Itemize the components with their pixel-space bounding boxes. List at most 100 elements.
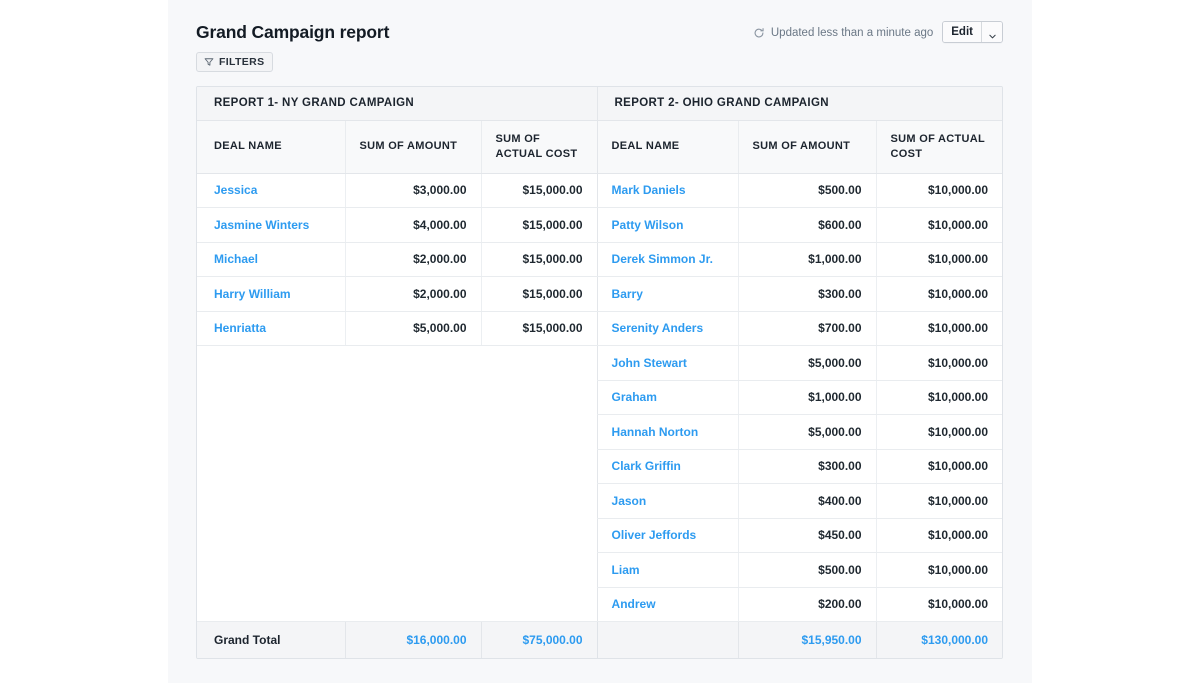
col-header-sum-amount-2[interactable]: SUM OF AMOUNT xyxy=(737,120,877,174)
sum-of-amount-cell: $5,000.00 xyxy=(737,414,877,450)
deal-name-cell[interactable]: Barry xyxy=(596,276,739,312)
sum-of-amount-cell: $4,000.00 xyxy=(344,207,481,243)
deal-name-cell[interactable]: Jason xyxy=(596,483,739,519)
grand-total-row: Grand Total $16,000.00 $75,000.00 $15,95… xyxy=(197,621,1002,658)
deal-name-cell[interactable]: Patty Wilson xyxy=(596,207,739,243)
deal-name-cell[interactable]: Michael xyxy=(197,242,345,277)
deal-name-link[interactable]: Oliver Jeffords xyxy=(612,528,697,542)
report-table: REPORT 1- NY GRAND CAMPAIGN REPORT 2- OH… xyxy=(197,87,1002,658)
sum-of-actual-cost-cell: $10,000.00 xyxy=(875,518,1002,553)
deal-name-cell[interactable]: Harry William xyxy=(197,276,345,312)
deal-name-cell[interactable]: Graham xyxy=(596,380,739,415)
report-1-title: REPORT 1- NY GRAND CAMPAIGN xyxy=(197,87,598,121)
deal-name-cell[interactable]: John Stewart xyxy=(596,345,739,381)
sum-of-amount-cell: $700.00 xyxy=(737,311,877,346)
col-header-deal-name-1[interactable]: DEAL NAME xyxy=(197,120,345,174)
grand-total-name-2 xyxy=(596,621,739,658)
sum-of-actual-cost-cell: $15,000.00 xyxy=(480,242,598,277)
sum-of-amount-cell: $5,000.00 xyxy=(344,311,481,346)
col-header-deal-name-2[interactable]: DEAL NAME xyxy=(596,120,739,174)
sum-of-actual-cost-cell: $15,000.00 xyxy=(480,173,598,208)
deal-name-cell[interactable]: Andrew xyxy=(596,587,739,622)
deal-name-link[interactable]: Barry xyxy=(612,287,643,301)
grand-total-actual-cost-2: $130,000.00 xyxy=(875,621,1002,658)
header-actions: Updated less than a minute ago Edit xyxy=(753,21,1003,43)
chevron-down-icon xyxy=(988,28,997,38)
grand-total-label: Grand Total xyxy=(197,621,345,658)
deal-name-link[interactable]: John Stewart xyxy=(612,356,687,370)
empty-region xyxy=(197,345,598,622)
sum-of-actual-cost-cell: $10,000.00 xyxy=(875,345,1002,381)
deal-name-link[interactable]: Serenity Anders xyxy=(612,321,704,335)
deal-name-link[interactable]: Clark Griffin xyxy=(612,459,681,473)
funnel-icon xyxy=(204,57,214,67)
deal-name-link[interactable]: Henriatta xyxy=(214,321,266,335)
sum-of-amount-cell: $5,000.00 xyxy=(737,345,877,381)
deal-name-cell[interactable]: Jessica xyxy=(197,173,345,208)
deal-name-cell[interactable]: Serenity Anders xyxy=(596,311,739,346)
deal-name-link[interactable]: Hannah Norton xyxy=(612,425,699,439)
sum-of-actual-cost-cell: $10,000.00 xyxy=(875,311,1002,346)
sum-of-amount-cell: $500.00 xyxy=(737,173,877,208)
deal-name-cell[interactable]: Hannah Norton xyxy=(596,414,739,450)
updated-status: Updated less than a minute ago xyxy=(753,26,933,39)
sum-of-amount-cell: $3,000.00 xyxy=(344,173,481,208)
deal-name-cell[interactable]: Liam xyxy=(596,552,739,588)
sum-of-actual-cost-cell: $15,000.00 xyxy=(480,207,598,243)
grand-total-amount-1: $16,000.00 xyxy=(344,621,481,658)
deal-name-link[interactable]: Michael xyxy=(214,252,258,266)
deal-name-link[interactable]: Jessica xyxy=(214,183,257,197)
sum-of-amount-cell: $300.00 xyxy=(737,449,877,484)
deal-name-cell[interactable]: Mark Daniels xyxy=(596,173,739,208)
sum-of-actual-cost-cell: $15,000.00 xyxy=(480,311,598,346)
deal-name-cell[interactable]: Henriatta xyxy=(197,311,345,346)
sum-of-actual-cost-cell: $10,000.00 xyxy=(875,276,1002,312)
sum-of-actual-cost-cell: $10,000.00 xyxy=(875,552,1002,588)
deal-name-cell[interactable]: Clark Griffin xyxy=(596,449,739,484)
page-title: Grand Campaign report xyxy=(196,22,390,42)
sum-of-actual-cost-cell: $15,000.00 xyxy=(480,276,598,312)
sum-of-amount-cell: $600.00 xyxy=(737,207,877,243)
deal-name-link[interactable]: Derek Simmon Jr. xyxy=(612,252,713,266)
col-header-sum-actual-cost-1[interactable]: SUM OF ACTUAL COST xyxy=(480,120,598,174)
deal-name-link[interactable]: Jasmine Winters xyxy=(214,218,309,232)
edit-dropdown-button[interactable] xyxy=(981,22,1002,42)
sum-of-actual-cost-cell: $10,000.00 xyxy=(875,242,1002,277)
deal-name-link[interactable]: Jason xyxy=(612,494,647,508)
report-table-body: Jessica $3,000.00 $15,000.00 Mark Daniels $5… xyxy=(197,173,1002,622)
sum-of-actual-cost-cell: $10,000.00 xyxy=(875,483,1002,519)
edit-button-group[interactable]: Edit xyxy=(942,21,1003,43)
deal-name-cell[interactable]: Derek Simmon Jr. xyxy=(596,242,739,277)
sum-of-amount-cell: $300.00 xyxy=(737,276,877,312)
updated-text: Updated less than a minute ago xyxy=(770,26,934,39)
table-row: Michael $2,000.00 $15,000.00 Derek Simmon J… xyxy=(197,242,1002,277)
col-header-sum-amount-1[interactable]: SUM OF AMOUNT xyxy=(344,120,481,174)
filters-label: FILTERS xyxy=(219,56,265,68)
sum-of-amount-cell: $200.00 xyxy=(737,587,877,622)
page-header: Grand Campaign report Updated less than … xyxy=(196,21,1003,48)
deal-name-link[interactable]: Andrew xyxy=(612,597,656,611)
deal-name-cell[interactable]: Jasmine Winters xyxy=(197,207,345,243)
table-row: John Stewart $5,000.00 $10,000.00 xyxy=(197,345,1002,622)
report-column-header-row: DEAL NAME SUM OF AMOUNT SUM OF ACTUAL CO… xyxy=(197,120,1002,174)
refresh-icon xyxy=(753,27,765,39)
table-row: Henriatta $5,000.00 $15,000.00 Serenity And… xyxy=(197,311,1002,346)
table-row: Jessica $3,000.00 $15,000.00 Mark Daniels $5… xyxy=(197,173,1002,208)
deal-name-link[interactable]: Patty Wilson xyxy=(612,218,684,232)
sum-of-actual-cost-cell: $10,000.00 xyxy=(875,587,1002,622)
report-page: Grand Campaign report Updated less than … xyxy=(0,0,1200,683)
col-header-sum-actual-cost-2[interactable]: SUM OF ACTUAL COST xyxy=(875,120,1002,174)
deal-name-link[interactable]: Mark Daniels xyxy=(612,183,686,197)
deal-name-link[interactable]: Liam xyxy=(612,563,640,577)
sum-of-actual-cost-cell: $10,000.00 xyxy=(875,380,1002,415)
deal-name-link[interactable]: Graham xyxy=(612,390,657,404)
report-2-title: REPORT 2- OHIO GRAND CAMPAIGN xyxy=(596,87,1002,121)
edit-button[interactable]: Edit xyxy=(943,22,981,42)
sum-of-amount-cell: $2,000.00 xyxy=(344,242,481,277)
grand-total-actual-cost-1: $75,000.00 xyxy=(480,621,598,658)
filters-button[interactable]: FILTERS xyxy=(196,52,274,72)
grand-total-amount-2: $15,950.00 xyxy=(737,621,877,658)
deal-name-link[interactable]: Harry William xyxy=(214,287,291,301)
report-title-row: REPORT 1- NY GRAND CAMPAIGN REPORT 2- OH… xyxy=(197,87,1002,121)
deal-name-cell[interactable]: Oliver Jeffords xyxy=(596,518,739,553)
